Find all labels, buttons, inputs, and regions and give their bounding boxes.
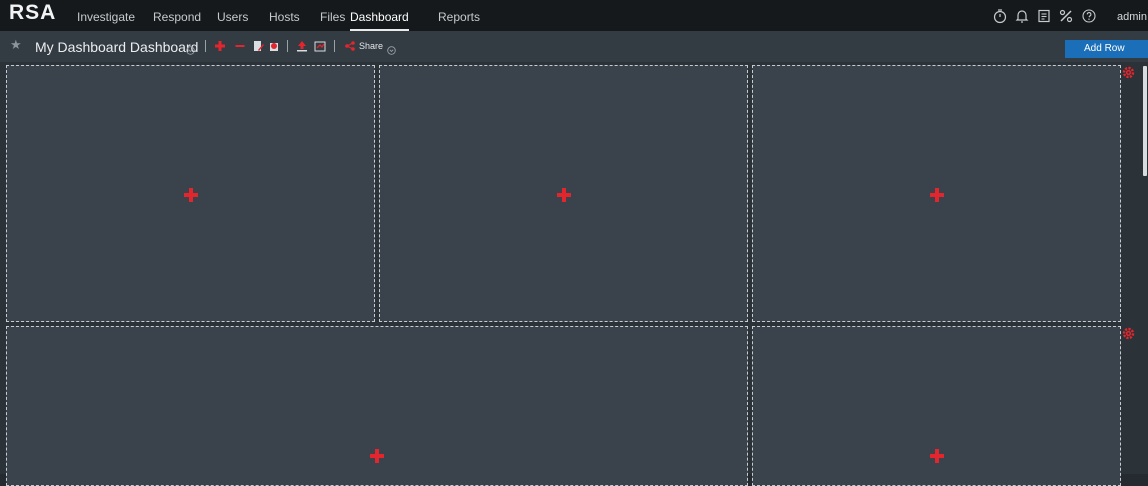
nav-files[interactable]: Files — [320, 0, 345, 31]
nav-users[interactable]: Users — [217, 0, 248, 31]
add-row-dropdown-icon[interactable] — [1136, 44, 1146, 54]
share-icon[interactable] — [344, 39, 356, 53]
add-row-label: Add Row — [1084, 43, 1125, 54]
add-widget-icon[interactable] — [556, 187, 572, 203]
remove-icon[interactable] — [234, 39, 246, 53]
timer-icon[interactable] — [992, 8, 1008, 24]
widget-placeholder[interactable] — [6, 326, 748, 486]
nav-investigate[interactable]: Investigate — [77, 0, 135, 31]
clipboard-icon[interactable] — [1036, 8, 1052, 24]
export-icon[interactable] — [314, 39, 326, 53]
widget-placeholder[interactable] — [6, 65, 375, 322]
widget-placeholder[interactable] — [752, 326, 1121, 486]
dashboard-toolbar: ★ My Dashboard Dashboard Share Add Row — [0, 31, 1148, 62]
nav-dashboard-label: Dashboard — [350, 10, 409, 24]
add-row-button[interactable]: Add Row — [1065, 40, 1148, 58]
toolbar-divider — [334, 40, 335, 52]
row-settings-gear-icon[interactable] — [1122, 327, 1135, 340]
import-icon[interactable] — [296, 39, 308, 53]
top-nav-bar: RSA Investigate Respond Users Hosts File… — [0, 0, 1148, 31]
add-icon[interactable] — [214, 39, 226, 53]
tools-icon[interactable] — [1058, 8, 1074, 24]
delete-icon[interactable] — [268, 39, 280, 53]
share-dropdown-icon[interactable] — [387, 42, 396, 55]
nav-reports[interactable]: Reports — [438, 0, 480, 31]
row-settings-gear-icon[interactable] — [1122, 66, 1135, 79]
toolbar-divider — [287, 40, 288, 52]
rsa-logo[interactable]: RSA — [9, 1, 56, 25]
widget-placeholder[interactable] — [752, 65, 1121, 322]
bell-icon[interactable] — [1014, 8, 1030, 24]
title-dropdown-icon[interactable] — [186, 42, 195, 55]
nav-respond[interactable]: Respond — [153, 0, 201, 31]
user-menu[interactable]: admin — [1117, 0, 1147, 34]
nav-dashboard[interactable]: Dashboard — [350, 0, 409, 31]
scrollbar-thumb[interactable] — [1143, 66, 1147, 176]
nav-hosts[interactable]: Hosts — [269, 0, 300, 31]
add-widget-icon[interactable] — [183, 187, 199, 203]
dashboard-title[interactable]: My Dashboard Dashboard — [35, 39, 198, 55]
widget-placeholder[interactable] — [379, 65, 748, 322]
favorite-star-icon[interactable]: ★ — [10, 37, 22, 53]
toolbar-divider — [205, 40, 206, 52]
edit-icon[interactable] — [252, 39, 264, 53]
add-widget-icon[interactable] — [929, 448, 945, 464]
add-widget-icon[interactable] — [369, 448, 385, 464]
add-widget-icon[interactable] — [929, 187, 945, 203]
help-icon[interactable] — [1081, 8, 1097, 24]
share-label[interactable]: Share — [359, 41, 383, 51]
